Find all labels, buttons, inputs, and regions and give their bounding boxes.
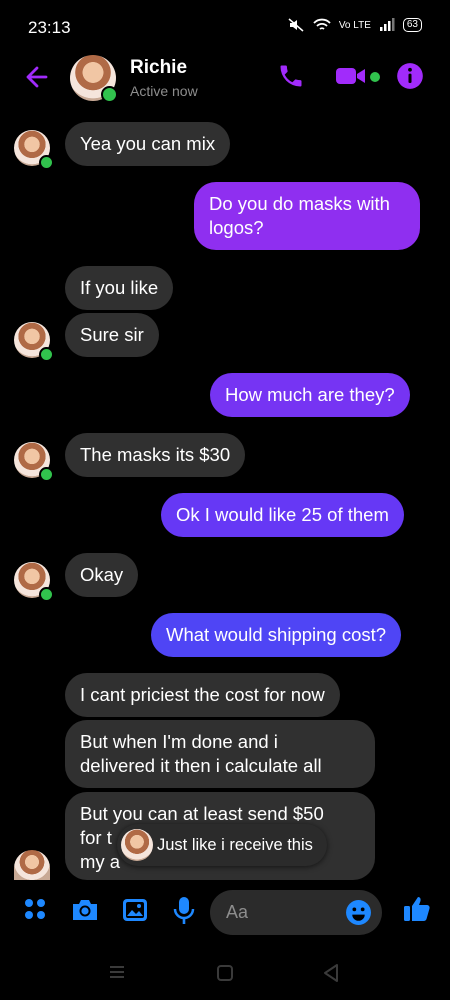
message-text-line: delivered it then i calculate all bbox=[80, 755, 322, 776]
message-text: If you like bbox=[80, 277, 159, 298]
phone-icon[interactable] bbox=[277, 62, 305, 90]
incoming-message[interactable]: Yea you can mix bbox=[65, 122, 231, 166]
online-indicator bbox=[39, 587, 54, 602]
incoming-message[interactable]: But when I'm done and i delivered it the… bbox=[65, 720, 375, 788]
signal-icon bbox=[379, 18, 395, 31]
incoming-message[interactable]: If you like bbox=[65, 266, 174, 310]
message-text: Ok I would like 25 of them bbox=[176, 504, 389, 525]
gallery-icon[interactable] bbox=[121, 896, 149, 924]
online-indicator bbox=[39, 155, 54, 170]
incoming-message[interactable]: Sure sir bbox=[65, 313, 159, 357]
outgoing-message[interactable]: Do you do masks with logos? bbox=[194, 182, 420, 250]
wifi-icon bbox=[313, 18, 331, 30]
online-indicator bbox=[39, 347, 54, 362]
video-online-dot bbox=[370, 72, 380, 82]
composer-bar: Aa bbox=[0, 880, 450, 946]
message-text: The masks its $30 bbox=[80, 444, 231, 465]
message-input-placeholder: Aa bbox=[226, 902, 249, 922]
contact-name[interactable]: Richie bbox=[130, 57, 187, 79]
sender-avatar[interactable] bbox=[14, 850, 50, 880]
message-text: How much are they? bbox=[225, 384, 395, 405]
home-icon[interactable] bbox=[216, 964, 234, 982]
message-text-line: But you can at least send $50 bbox=[80, 803, 324, 824]
info-icon[interactable] bbox=[396, 62, 424, 90]
incoming-message[interactable]: The masks its $30 bbox=[65, 433, 246, 477]
conversation-header: Richie Active now bbox=[0, 48, 450, 108]
message-text-line: Do you do masks with bbox=[209, 193, 390, 214]
message-input[interactable]: Aa bbox=[210, 890, 382, 935]
back-arrow-icon[interactable] bbox=[20, 62, 50, 92]
battery-icon: 63 bbox=[402, 18, 422, 32]
message-text-line: But when I'm done and i bbox=[80, 731, 278, 752]
video-camera-icon[interactable] bbox=[334, 62, 370, 90]
message-text: I cant priciest the cost for now bbox=[80, 684, 325, 705]
incoming-message[interactable]: Okay bbox=[65, 553, 139, 597]
message-text: Yea you can mix bbox=[80, 133, 216, 154]
apps-grid-icon[interactable] bbox=[22, 896, 48, 922]
recent-apps-icon[interactable] bbox=[108, 964, 126, 980]
message-text-line: logos? bbox=[209, 217, 264, 238]
reply-preview-pill[interactable]: Just like i receive this bbox=[117, 824, 327, 866]
outgoing-message[interactable]: What would shipping cost? bbox=[151, 613, 402, 657]
message-text: What would shipping cost? bbox=[166, 624, 387, 645]
emoji-icon[interactable] bbox=[345, 899, 372, 926]
volte-label: Vo LTE bbox=[338, 19, 371, 31]
system-nav-bar bbox=[0, 946, 450, 1000]
preview-avatar bbox=[121, 829, 153, 861]
message-text: Okay bbox=[80, 564, 124, 585]
microphone-icon[interactable] bbox=[172, 896, 196, 926]
camera-icon[interactable] bbox=[70, 896, 100, 924]
preview-text: Just like i receive this bbox=[157, 836, 313, 854]
back-nav-icon[interactable] bbox=[322, 963, 340, 983]
thumbs-up-icon[interactable] bbox=[402, 894, 432, 924]
outgoing-message[interactable]: How much are they? bbox=[210, 373, 410, 417]
status-icons: Vo LTE 63 bbox=[287, 18, 422, 32]
online-indicator bbox=[39, 467, 54, 482]
contact-status: Active now bbox=[130, 83, 198, 99]
incoming-message[interactable]: I cant priciest the cost for now bbox=[65, 673, 340, 717]
status-time: 23:13 bbox=[28, 18, 71, 37]
outgoing-message[interactable]: Ok I would like 25 of them bbox=[161, 493, 404, 537]
mute-icon bbox=[288, 18, 304, 32]
message-text: Sure sir bbox=[80, 324, 144, 345]
online-indicator bbox=[101, 86, 118, 103]
